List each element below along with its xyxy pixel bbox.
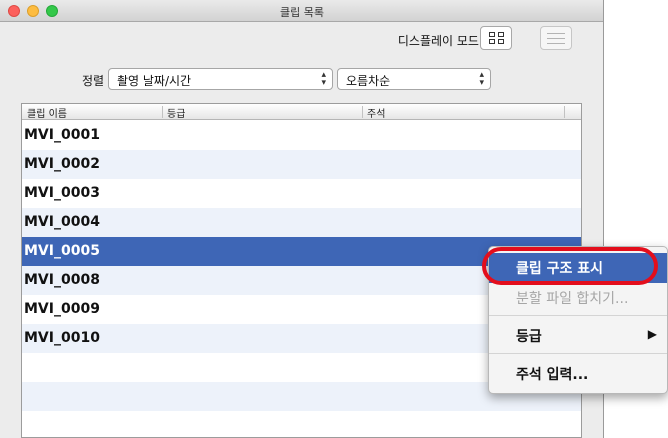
empty-row [22, 411, 581, 437]
clip-name: MVI_0009 [24, 301, 100, 317]
clip-name: MVI_0010 [24, 330, 100, 346]
table-row[interactable]: MVI_0004 [22, 208, 581, 237]
clip-name: MVI_0003 [24, 185, 100, 201]
column-divider[interactable] [564, 106, 565, 118]
column-divider[interactable] [362, 106, 363, 118]
sort-by-value: 촬영 날짜/시간 [117, 74, 192, 88]
column-header-note[interactable]: 주석 [367, 105, 385, 120]
table-row[interactable]: MVI_0001 [22, 121, 581, 150]
clip-name: MVI_0002 [24, 156, 100, 172]
clip-name: MVI_0005 [24, 243, 100, 259]
column-divider[interactable] [162, 106, 163, 118]
column-header-clip-name[interactable]: 클립 이름 [27, 105, 67, 120]
list-view-button[interactable] [540, 26, 572, 50]
menu-divider [489, 353, 667, 354]
menu-item-show-clip-structure[interactable]: 클립 구조 표시 [489, 253, 667, 283]
sort-order-select[interactable]: 오름차순 ▴ ▾ [337, 68, 491, 90]
menu-divider [489, 315, 667, 316]
menu-item-merge-split-files: 분할 파일 합치기... [516, 291, 629, 307]
menu-item-enter-note[interactable]: 주석 입력... [489, 359, 667, 389]
sort-order-value: 오름차순 [346, 74, 391, 88]
context-menu: 클립 구조 표시 분할 파일 합치기... 등급 ▶ 주석 입력... [488, 246, 668, 394]
column-header-rating[interactable]: 등급 [167, 105, 185, 120]
clip-name: MVI_0004 [24, 214, 100, 230]
window-title: 클립 목록 [280, 6, 324, 19]
table-header: 클립 이름 등급 주석 [22, 104, 581, 120]
title-bar: 클립 목록 [0, 0, 603, 22]
chevron-right-icon: ▶ [647, 327, 657, 341]
updown-arrows-icon: ▴ ▾ [479, 70, 484, 88]
updown-arrows-icon: ▴ ▾ [321, 70, 326, 88]
sort-by-select[interactable]: 촬영 날짜/시간 ▴ ▾ [108, 68, 333, 90]
table-row[interactable]: MVI_0002 [22, 150, 581, 179]
menu-item-rating-label: 등급 [516, 329, 542, 345]
menu-item-rating[interactable]: 등급 ▶ [489, 321, 667, 351]
sort-label: 정렬 [82, 74, 105, 88]
grid-icon [489, 32, 505, 44]
table-row[interactable]: MVI_0003 [22, 179, 581, 208]
display-mode-label: 디스플레이 모드: [397, 34, 483, 48]
grid-view-button[interactable] [480, 26, 512, 50]
clip-name: MVI_0008 [24, 272, 100, 288]
clip-name: MVI_0001 [24, 127, 100, 143]
